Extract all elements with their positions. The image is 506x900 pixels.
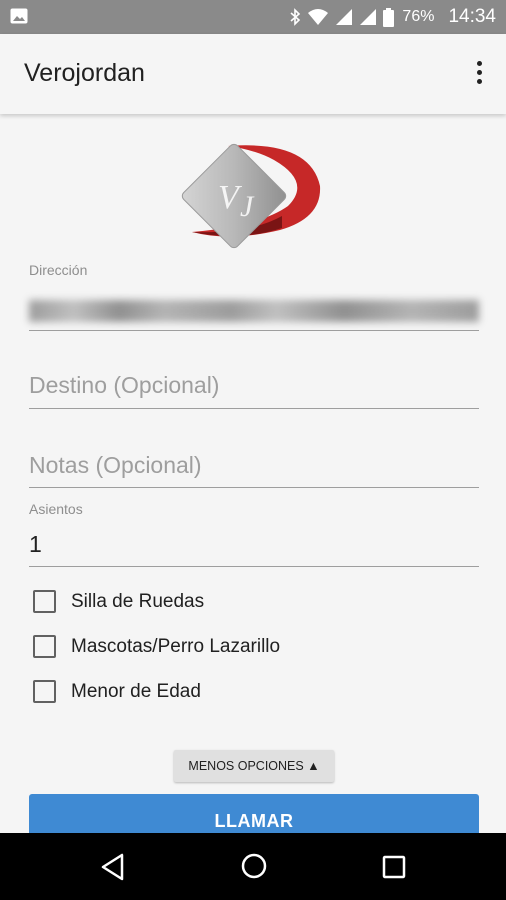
svg-text:J: J [240, 190, 255, 223]
checkbox[interactable] [33, 590, 56, 613]
signal-icon-2 [360, 9, 377, 25]
app-bar: Verojordan [0, 34, 506, 114]
option-silla-de-ruedas[interactable]: Silla de Ruedas [33, 590, 204, 613]
asientos-underline [29, 566, 479, 567]
option-label: Silla de Ruedas [71, 590, 205, 612]
signal-icon [336, 9, 353, 25]
less-options-button[interactable]: MENOS OPCIONES ▲ [174, 750, 334, 782]
direccion-value-obscured [29, 300, 479, 322]
option-mascotas[interactable]: Mascotas/Perro Lazarillo [33, 635, 280, 658]
option-menor-de-edad[interactable]: Menor de Edad [33, 680, 201, 703]
checkbox[interactable] [33, 680, 56, 703]
asientos-value: 1 [29, 531, 42, 557]
asientos-field[interactable]: Asientos 1 [29, 501, 479, 571]
checkbox[interactable] [33, 635, 56, 658]
battery-percent: 76% [402, 8, 435, 25]
option-label: Mascotas/Perro Lazarillo [71, 635, 281, 657]
destino-underline [29, 408, 479, 409]
direccion-underline [29, 330, 479, 331]
bluetooth-icon [290, 8, 301, 26]
destino-placeholder: Destino (Opcional) [29, 372, 220, 398]
app-title: Verojordan [24, 59, 145, 87]
back-icon[interactable] [101, 853, 125, 881]
more-vert-icon[interactable] [474, 61, 484, 87]
home-icon[interactable] [241, 853, 267, 879]
wifi-icon [308, 9, 329, 25]
asientos-label: Asientos [29, 501, 83, 517]
direccion-field[interactable]: Dirección [29, 262, 479, 332]
option-label: Menor de Edad [71, 680, 201, 702]
image-icon [10, 8, 28, 24]
destino-field[interactable]: Destino (Opcional) [29, 372, 479, 412]
notas-underline [29, 487, 479, 488]
direccion-label: Dirección [29, 262, 88, 278]
status-bar: 76% 14:34 [0, 0, 506, 34]
company-logo: V J [181, 143, 321, 249]
clock: 14:34 [448, 6, 496, 27]
notas-field[interactable]: Notas (Opcional) [29, 452, 479, 492]
recents-icon[interactable] [382, 855, 406, 879]
navigation-bar [0, 833, 506, 900]
notas-placeholder: Notas (Opcional) [29, 452, 202, 478]
battery-icon [383, 7, 395, 27]
